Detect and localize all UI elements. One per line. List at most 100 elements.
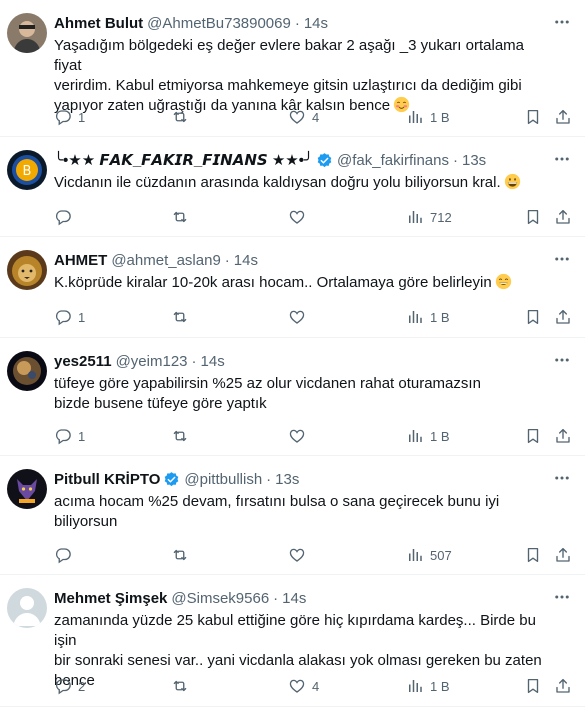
views-button[interactable]: 1 B (406, 676, 450, 696)
reply-button[interactable]: 1 (54, 426, 85, 446)
user-handle[interactable]: @yeim123 (116, 353, 188, 370)
views-button[interactable]: 712 (406, 207, 452, 227)
share-button[interactable] (554, 207, 572, 227)
reply-icon (55, 548, 71, 564)
share-button[interactable] (554, 307, 572, 327)
share-button[interactable] (554, 545, 572, 565)
separator-dot: · (224, 251, 230, 269)
like-button[interactable] (288, 307, 312, 327)
views-icon (409, 111, 422, 123)
user-handle[interactable]: @pittbullish (184, 471, 262, 488)
share-button[interactable] (554, 107, 572, 127)
display-name[interactable]: yes2511 (54, 353, 112, 370)
like-button[interactable]: 4 (288, 107, 319, 127)
retweet-icon (173, 549, 187, 561)
timestamp[interactable]: 14s (304, 15, 328, 32)
separator-dot: · (273, 589, 279, 607)
more-icon[interactable] (553, 588, 571, 606)
tweet-text-content: biliyorsun (54, 513, 118, 530)
reply-button[interactable]: 1 (54, 307, 85, 327)
retweet-button[interactable] (171, 545, 195, 565)
tweet-card[interactable]: Pitbull KRİPTO @pittbullish · 13s acıma … (0, 456, 585, 575)
retweet-button[interactable] (171, 676, 195, 696)
avatar[interactable] (7, 13, 47, 53)
more-icon[interactable] (553, 351, 571, 369)
user-handle[interactable]: @AhmetBu73890069 (147, 15, 291, 32)
like-button[interactable] (288, 207, 312, 227)
views-button[interactable]: 1 B (406, 426, 450, 446)
timestamp[interactable]: 14s (234, 252, 258, 269)
display-name[interactable]: Pitbull KRİPTO (54, 471, 160, 488)
tweet-text: Vicdanın ile cüzdanın arasında kaldıysan… (54, 173, 554, 193)
timestamp[interactable]: 13s (275, 471, 299, 488)
avatar[interactable] (7, 469, 47, 509)
user-handle[interactable]: @ahmet_aslan9 (111, 252, 220, 269)
timestamp[interactable]: 14s (201, 353, 225, 370)
timestamp[interactable]: 14s (282, 590, 306, 607)
views-button[interactable]: 1 B (406, 107, 450, 127)
share-button[interactable] (554, 426, 572, 446)
retweet-button[interactable] (171, 426, 195, 446)
display-name[interactable]: Ahmet Bulut (54, 15, 143, 32)
bookmark-button[interactable] (524, 307, 542, 327)
avatar[interactable] (7, 588, 47, 628)
grin-emoji-icon (504, 173, 520, 190)
more-icon[interactable] (553, 13, 571, 31)
like-button[interactable] (288, 545, 312, 565)
views-icon (409, 211, 422, 223)
views-icon (409, 311, 422, 323)
separator-dot: · (452, 151, 458, 169)
share-button[interactable] (554, 676, 572, 696)
share-icon (556, 309, 570, 324)
tweet-text-content: Yaşadığım bölgedeki eş değer evlere baka… (54, 37, 524, 74)
avatar[interactable] (7, 250, 47, 290)
tweet-text-line: tüfeye göre yapabilirsin %25 az olur vic… (54, 374, 554, 394)
more-icon[interactable] (553, 469, 571, 487)
views-button[interactable]: 507 (406, 545, 452, 565)
retweet-button[interactable] (171, 307, 195, 327)
like-icon (289, 210, 305, 224)
user-handle[interactable]: @fak_fakirfinans (337, 152, 449, 169)
reply-button[interactable]: 1 (54, 107, 85, 127)
bookmark-button[interactable] (524, 676, 542, 696)
bookmark-button[interactable] (524, 545, 542, 565)
more-icon[interactable] (553, 250, 571, 268)
tweet-header: Mehmet Şimşek @Simsek9566 · 14s (54, 588, 545, 608)
timestamp[interactable]: 13s (462, 152, 486, 169)
display-name[interactable]: ╰•★★ 𝙁𝘼𝙆_𝙁𝘼𝙆𝙄𝙍_𝙁𝙄𝙉𝘼𝙉𝙎 ★★•╯ (54, 151, 313, 169)
more-icon[interactable] (553, 150, 571, 168)
like-button[interactable] (288, 426, 312, 446)
views-icon (409, 430, 422, 442)
tweet-card[interactable]: yes2511 @yeim123 · 14s tüfeye göre yapab… (0, 338, 585, 456)
retweet-button[interactable] (171, 107, 195, 127)
tweet-card[interactable]: B ╰•★★ 𝙁𝘼𝙆_𝙁𝘼𝙆𝙄𝙍_𝙁𝙄𝙉𝘼𝙉𝙎 ★★•╯ @fak_fakirf… (0, 137, 585, 237)
tweet-text-line: acıma hocam %25 devam, fırsatını bulsa o… (54, 492, 554, 512)
views-button[interactable]: 1 B (406, 307, 450, 327)
avatar[interactable] (7, 351, 47, 391)
tweet-header: Pitbull KRİPTO @pittbullish · 13s (54, 469, 545, 489)
reply-button[interactable] (54, 545, 78, 565)
tweet-text-content: acıma hocam %25 devam, fırsatını bulsa o… (54, 493, 500, 510)
reply-icon (55, 429, 71, 445)
reply-icon (55, 210, 71, 226)
share-icon (556, 209, 570, 224)
tweet-text-content: tüfeye göre yapabilirsin %25 az olur vic… (54, 375, 481, 392)
avatar[interactable]: B (7, 150, 47, 190)
display-name[interactable]: AHMET (54, 252, 107, 269)
bookmark-button[interactable] (524, 207, 542, 227)
tweet-card[interactable]: AHMET @ahmet_aslan9 · 14s K.köprüde kira… (0, 237, 585, 338)
reply-button[interactable]: 2 (54, 676, 85, 696)
tweet-card[interactable]: Ahmet Bulut @AhmetBu73890069 · 14s Yaşad… (0, 0, 585, 137)
action-bar: 2 4 1 B (54, 676, 574, 696)
display-name[interactable]: Mehmet Şimşek (54, 590, 167, 607)
like-button[interactable]: 4 (288, 676, 319, 696)
retweet-icon (173, 311, 187, 323)
tweet-header: ╰•★★ 𝙁𝘼𝙆_𝙁𝘼𝙆𝙄𝙍_𝙁𝙄𝙉𝘼𝙉𝙎 ★★•╯ @fak_fakirfin… (54, 150, 545, 170)
tweet-card[interactable]: Mehmet Şimşek @Simsek9566 · 14s zamanınd… (0, 575, 585, 707)
reply-count: 1 (78, 428, 86, 444)
reply-button[interactable] (54, 207, 78, 227)
bookmark-button[interactable] (524, 426, 542, 446)
retweet-button[interactable] (171, 207, 195, 227)
user-handle[interactable]: @Simsek9566 (171, 590, 269, 607)
bookmark-button[interactable] (524, 107, 542, 127)
